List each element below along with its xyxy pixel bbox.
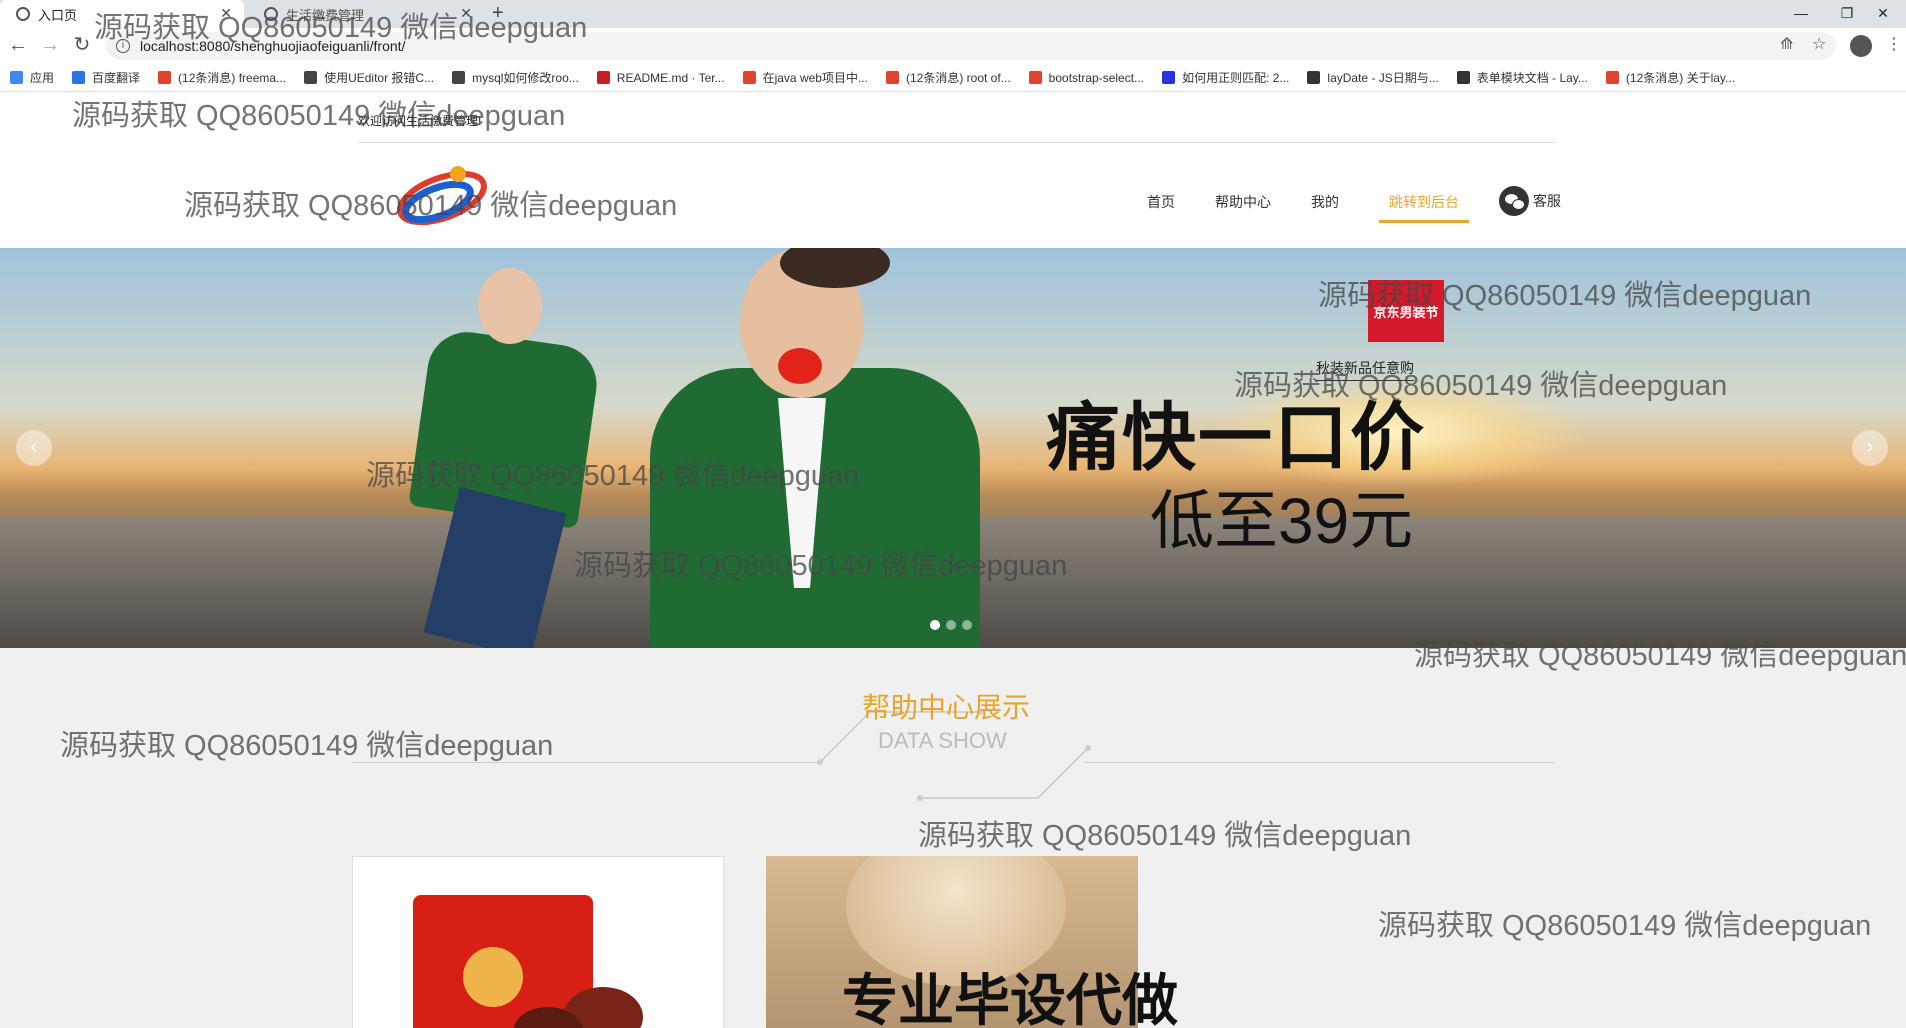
bookmark-favicon-icon (72, 71, 86, 84)
bookmark-label: 表单模块文档 - Lay... (1476, 71, 1588, 85)
bookmark-item[interactable]: 应用 (10, 69, 54, 86)
bookmark-item[interactable]: bootstrap-select... (1028, 70, 1145, 85)
main-nav: 首页 帮助中心 我的 跳转到后台 客服 (1107, 186, 1561, 223)
bookmark-favicon-icon (304, 71, 318, 84)
screen: 入口页 ✕ 生活缴费管理 ✕ + — ❐ ✕ ← → ↻ i localhost… (0, 0, 1906, 1028)
bookmark-item[interactable]: 表单模块文档 - Lay... (1456, 69, 1588, 86)
red-apple (778, 348, 822, 384)
url-input[interactable]: i localhost:8080/shenghuojiaofeiguanli/f… (106, 32, 1836, 60)
browser-tab-bar: 入口页 ✕ 生活缴费管理 ✕ + — ❐ ✕ (0, 0, 1906, 28)
help-card-1[interactable] (352, 856, 724, 1028)
section-title-zh: 帮助中心展示 (862, 692, 1031, 723)
customer-service-link[interactable]: 客服 (1499, 186, 1561, 216)
promo-title: 痛快一口价 (1046, 396, 1426, 479)
product-bag-logo (463, 947, 523, 1007)
nav-help-center[interactable]: 帮助中心 (1215, 192, 1271, 220)
bookmark-item[interactable]: (12条消息) 关于lay... (1605, 69, 1736, 86)
wechat-icon (1499, 186, 1529, 216)
bookmark-label: (12条消息) root of... (905, 71, 1011, 85)
carousel-indicators (930, 620, 978, 630)
carousel-next-button[interactable]: › (1852, 430, 1888, 466)
carousel-dot[interactable] (962, 620, 972, 630)
jd-badge: 京东男装节 (1368, 280, 1444, 342)
menu-kebab-icon[interactable]: ⋮ (1886, 34, 1902, 54)
reload-icon[interactable]: ↻ (70, 34, 94, 58)
section-title-en: DATA SHOW (878, 728, 1007, 753)
carousel-prev-button[interactable]: ‹ (16, 430, 52, 466)
promo-price: 低至39元 (1150, 485, 1414, 557)
bookmark-label: 如何用正则匹配: 2... (1182, 71, 1290, 85)
bookmark-label: 在java web项目中... (762, 71, 868, 85)
bookmark-label: (12条消息) freema... (178, 71, 287, 85)
header-divider (358, 142, 1556, 143)
bookmark-label: mysql如何修改roo... (472, 71, 579, 85)
bookmark-label: 应用 (30, 71, 55, 85)
bookmark-item[interactable]: (12条消息) freema... (158, 69, 286, 86)
carousel-banner: 京东男装节 秋装新品任意购 痛快一口价 低至39元 ‹ › (0, 248, 1906, 648)
bookmark-favicon-icon (742, 71, 756, 84)
apps-grid-icon (10, 71, 23, 84)
bookmark-item[interactable]: mysql如何修改roo... (452, 69, 579, 86)
bookmark-star-icon[interactable]: ☆ (1812, 34, 1826, 54)
bookmark-item[interactable]: 百度翻译 (72, 69, 140, 86)
bookmark-favicon-icon (1162, 71, 1176, 84)
card2-caption: 专业毕设代做 (842, 969, 1178, 1028)
bookmark-item[interactable]: layDate - JS日期与... (1307, 69, 1439, 86)
bookmark-favicon-icon (1605, 71, 1619, 84)
bookmark-label: 使用UEditor 报错C... (324, 71, 435, 85)
forward-arrow-icon[interactable]: → (38, 34, 62, 58)
model-left-head (478, 268, 542, 344)
welcome-text: 欢迎访问生活缴费管理! (358, 114, 482, 128)
bookmark-item[interactable]: 使用UEditor 报错C... (304, 69, 434, 86)
minimize-button[interactable]: — (1778, 0, 1824, 28)
customer-service-label: 客服 (1533, 193, 1561, 209)
bookmark-favicon-icon (1456, 71, 1470, 84)
nav-admin[interactable]: 跳转到后台 (1379, 192, 1469, 223)
bookmark-item[interactable]: 如何用正则匹配: 2... (1162, 69, 1289, 86)
web-page: 欢迎访问生活缴费管理! 首页 帮助中心 我的 跳转到后台 客服 京东男装节 秋装… (0, 92, 1906, 1028)
globe-icon (16, 7, 30, 21)
translate-icon[interactable]: ⟰ (1780, 34, 1793, 54)
bookmark-label: README.md · Ter... (616, 70, 725, 85)
bookmark-label: (12条消息) 关于lay... (1625, 71, 1736, 85)
bookmark-favicon-icon (1028, 71, 1042, 84)
bookmark-item[interactable]: 在java web项目中... (742, 69, 868, 86)
tab-title: 入口页 (38, 7, 78, 23)
new-tab-button[interactable]: + (492, 2, 504, 25)
section-line-left (352, 762, 820, 763)
profile-avatar[interactable] (1850, 35, 1872, 57)
globe-icon (264, 7, 278, 21)
close-tab-icon[interactable]: ✕ (460, 5, 472, 22)
bookmark-item[interactable]: (12条消息) root of... (885, 69, 1011, 86)
site-logo[interactable] (396, 160, 488, 230)
nav-home[interactable]: 首页 (1147, 192, 1175, 220)
bookmark-favicon-icon (452, 71, 466, 84)
bookmark-favicon-icon (885, 71, 899, 84)
url-text: localhost:8080/shenghuojiaofeiguanli/fro… (140, 38, 406, 54)
browser-tab-inactive[interactable]: 生活缴费管理 ✕ (248, 0, 484, 28)
bookmark-item[interactable]: README.md · Ter... (596, 70, 725, 85)
close-window-button[interactable]: ✕ (1860, 0, 1906, 28)
bookmark-favicon-icon (158, 71, 172, 84)
bookmark-label: layDate - JS日期与... (1327, 71, 1439, 85)
bookmark-label: bootstrap-select... (1048, 70, 1145, 85)
back-arrow-icon[interactable]: ← (6, 34, 30, 58)
section-line-right (1084, 762, 1554, 763)
tab-title: 生活缴费管理 (286, 7, 365, 23)
bookmark-favicon-icon (1307, 71, 1321, 84)
bookmark-label: 百度翻译 (92, 71, 141, 85)
info-icon[interactable]: i (116, 39, 130, 53)
bookmarks-bar: 应用 百度翻译 (12条消息) freema... 使用UEditor 报错C... m… (0, 64, 1906, 92)
carousel-dot[interactable] (930, 620, 940, 630)
nav-mine[interactable]: 我的 (1311, 192, 1339, 220)
close-tab-icon[interactable]: ✕ (220, 5, 232, 22)
browser-tab-active[interactable]: 入口页 ✕ (0, 0, 244, 28)
carousel-dot[interactable] (946, 620, 956, 630)
site-header: 欢迎访问生活缴费管理! 首页 帮助中心 我的 跳转到后台 客服 (0, 92, 1906, 248)
bookmark-favicon-icon (596, 71, 610, 84)
address-bar-row: ← → ↻ i localhost:8080/shenghuojiaofeigu… (0, 28, 1906, 64)
